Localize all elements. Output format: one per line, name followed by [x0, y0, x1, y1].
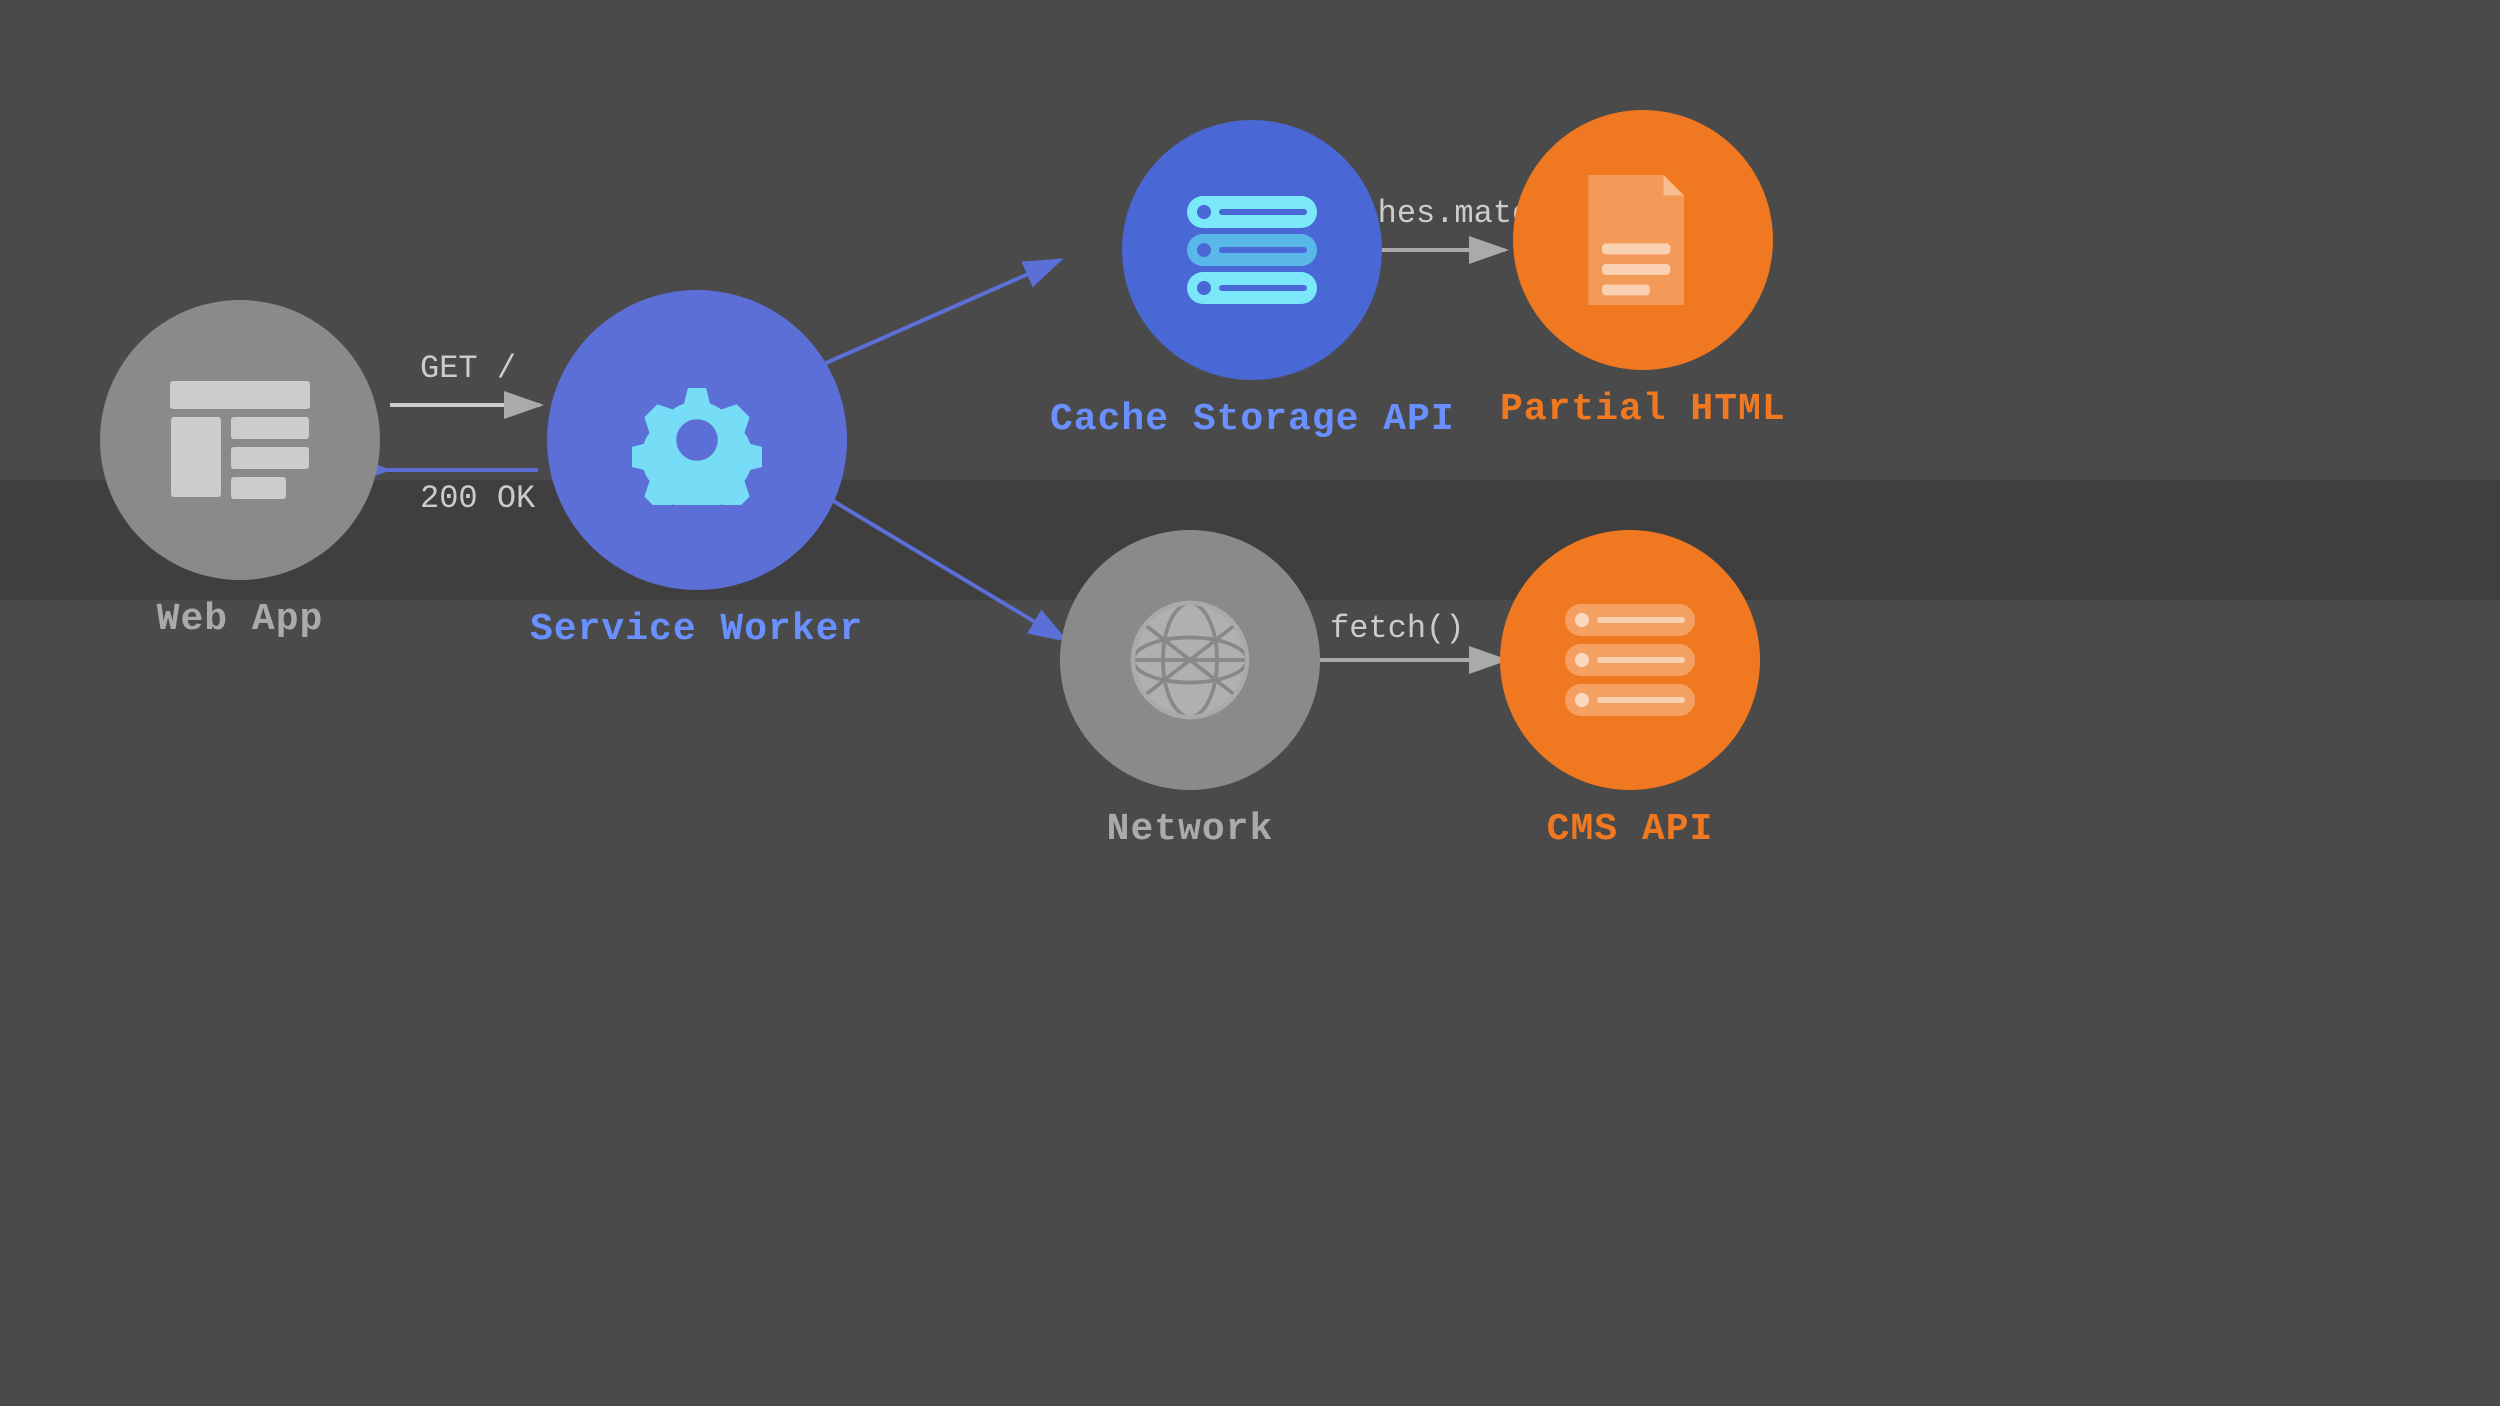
service-worker-node: Service Worker [530, 290, 863, 651]
cms-api-node: CMS API [1500, 530, 1760, 851]
web-app-label: Web App [157, 598, 324, 641]
cms-bar-1 [1597, 617, 1685, 623]
web-app-line3 [231, 477, 286, 499]
web-app-icon [170, 381, 310, 499]
response-label: 200 OK [420, 480, 535, 517]
gear-icon [632, 375, 762, 505]
cms-bar-2 [1597, 657, 1685, 663]
network-node: Network [1060, 530, 1320, 851]
partial-html-node: Partial HTML [1500, 110, 1786, 431]
cms-bar-3 [1597, 697, 1685, 703]
db-row-1 [1187, 196, 1317, 228]
globe-icon [1115, 585, 1265, 735]
cache-api-node: Cache Storage API [1050, 120, 1455, 441]
db-dot-2 [1197, 243, 1211, 257]
service-worker-circle [547, 290, 847, 590]
web-app-node: Web App [100, 300, 380, 641]
network-label: Network [1107, 808, 1274, 851]
partial-html-label: Partial HTML [1500, 388, 1786, 431]
document-icon [1588, 175, 1698, 305]
diagram-container: GET / 200 OK caches.match() fetch() Web … [0, 0, 2500, 1406]
db-bar-1 [1219, 209, 1307, 215]
cms-db-icon [1565, 604, 1695, 716]
cms-dot-2 [1575, 653, 1589, 667]
web-app-right-col [231, 417, 309, 499]
db-row-3 [1187, 272, 1317, 304]
db-bar-2 [1219, 247, 1307, 253]
cms-db-row-3 [1565, 684, 1695, 716]
web-app-left-col [171, 417, 221, 497]
db-row-2 [1187, 234, 1317, 266]
cms-api-label: CMS API [1547, 808, 1714, 851]
db-bar-3 [1219, 285, 1307, 291]
db-dot-3 [1197, 281, 1211, 295]
partial-html-circle [1513, 110, 1773, 370]
cms-db-row-2 [1565, 644, 1695, 676]
web-app-line1 [231, 417, 309, 439]
network-circle [1060, 530, 1320, 790]
cms-db-row-1 [1565, 604, 1695, 636]
cms-dot-1 [1575, 613, 1589, 627]
cache-api-circle [1122, 120, 1382, 380]
fetch-label: fetch() [1330, 610, 1464, 647]
cache-api-label: Cache Storage API [1050, 398, 1455, 441]
web-app-bottom-row [171, 417, 309, 499]
web-app-top-bar [170, 381, 310, 409]
cms-api-circle [1500, 530, 1760, 790]
web-app-line2 [231, 447, 309, 469]
cms-dot-3 [1575, 693, 1589, 707]
get-request-label: GET / [420, 350, 516, 387]
db-icon [1187, 196, 1317, 304]
db-dot-1 [1197, 205, 1211, 219]
web-app-circle [100, 300, 380, 580]
service-worker-label: Service Worker [530, 608, 863, 651]
